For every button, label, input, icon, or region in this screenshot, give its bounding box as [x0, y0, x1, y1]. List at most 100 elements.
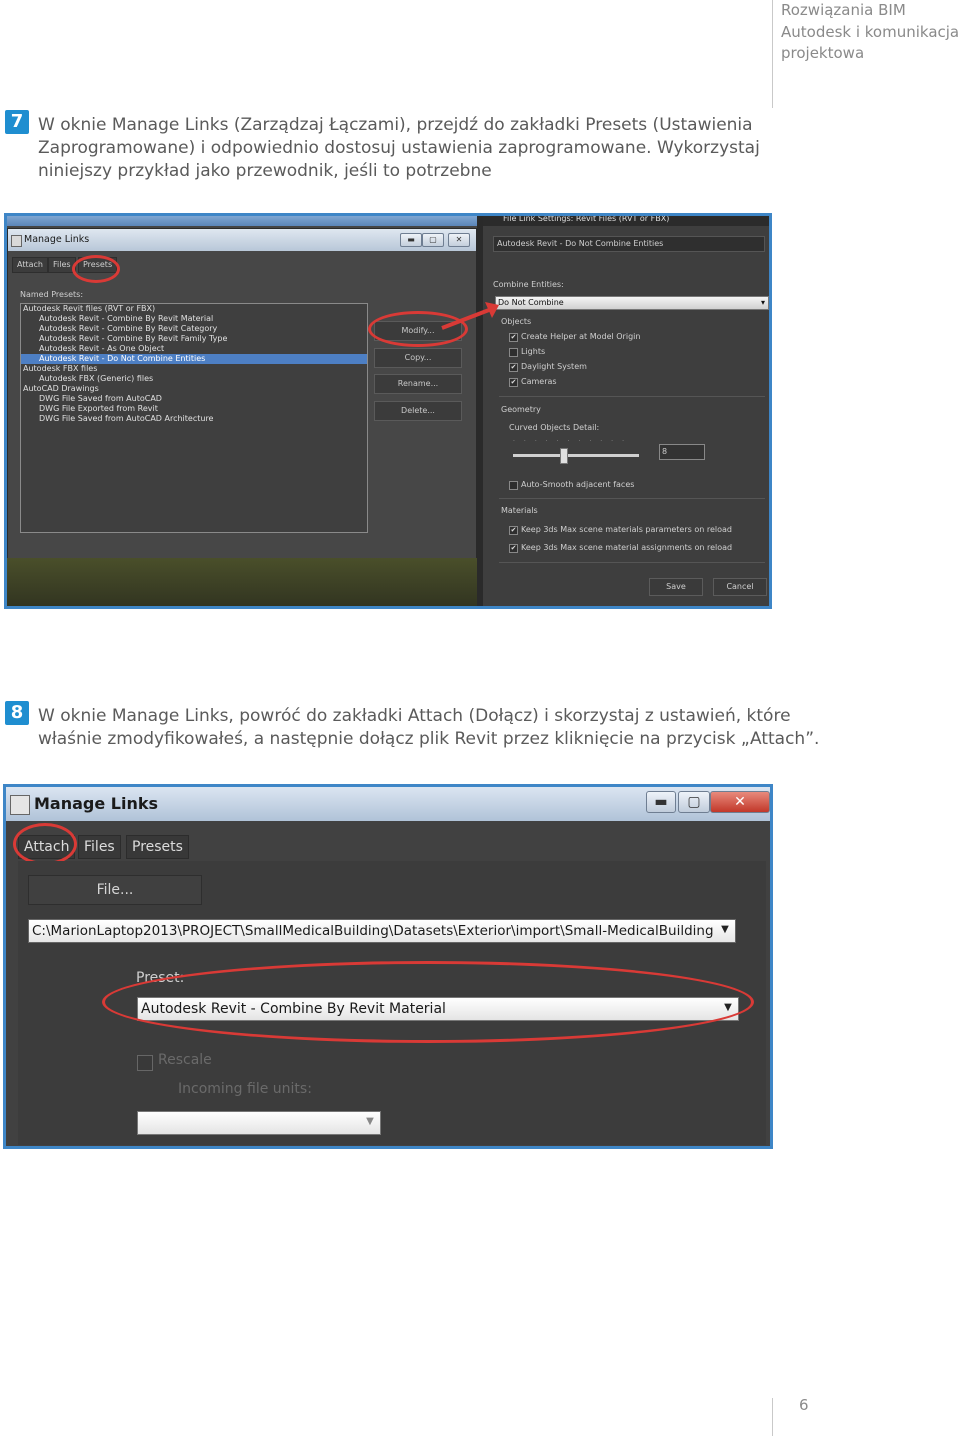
attach-screenshot: Manage Links ▬ ▢ ✕ Attach Files Presets … [3, 784, 773, 1149]
checkbox-option[interactable]: ✔ Keep 3ds Max scene materials parameters… [509, 525, 765, 537]
group-divider [499, 498, 765, 499]
save-button[interactable]: Save [649, 578, 703, 596]
incoming-units-dropdown[interactable]: ▼ [137, 1111, 381, 1135]
checkbox[interactable]: ✔ [509, 333, 518, 342]
checkbox-option[interactable]: ✔ Create Helper at Model Origin [509, 332, 765, 344]
chevron-down-icon[interactable]: ▼ [360, 1112, 380, 1132]
tab-presets[interactable]: Presets [126, 835, 189, 859]
window-title: Manage Links [24, 234, 90, 245]
tab-files[interactable]: Files [78, 835, 121, 859]
minimize-button[interactable]: ▬ [646, 791, 676, 813]
highlight-preset [102, 961, 754, 1043]
named-presets-label: Named Presets: [20, 290, 84, 299]
step-number-badge: 8 [5, 701, 29, 725]
list-item[interactable]: Autodesk FBX (Generic) files [21, 374, 367, 384]
materials-group-label: Materials [501, 506, 538, 515]
checkbox-option[interactable]: ✔ Keep 3ds Max scene material assignments… [509, 543, 765, 555]
cancel-button[interactable]: Cancel [713, 578, 767, 596]
delete-button[interactable]: Delete... [374, 401, 462, 421]
checkbox[interactable]: ✔ [509, 378, 518, 387]
checkbox-label: Cameras [521, 377, 557, 386]
checkbox-label: Daylight System [521, 362, 587, 371]
viewport-background [7, 558, 479, 606]
checkbox[interactable] [509, 348, 518, 357]
window-title: Manage Links [34, 794, 159, 813]
step-8-instruction: W oknie Manage Links, powróć do zakładki… [38, 705, 819, 751]
list-item[interactable]: Autodesk Revit - Combine By Revit Family… [21, 334, 367, 344]
footer-divider [772, 1398, 773, 1436]
checkbox-label: Lights [521, 347, 546, 356]
checkbox-label: Keep 3ds Max scene materials parameters … [521, 525, 732, 534]
instruction-line: W oknie Manage Links, powróć do zakładki… [38, 706, 791, 726]
checkbox[interactable]: ✔ [509, 544, 518, 553]
curved-detail-slider[interactable] [513, 454, 639, 457]
header-divider [772, 0, 773, 108]
presets-screenshot: Manage Links ▬ ▢ ✕ Attach Files Presets … [4, 213, 772, 609]
group-divider [499, 396, 765, 397]
preset-name-value: Autodesk Revit - Do Not Combine Entities [497, 239, 664, 248]
window-titlebar: Manage Links ▬ ▢ ✕ [6, 787, 770, 821]
preset-name-field[interactable]: Autodesk Revit - Do Not Combine Entities [493, 236, 765, 252]
dialog-title-text: File Link Settings: Revit Files (RVT or … [503, 214, 670, 223]
list-item[interactable]: Autodesk Revit - Combine By Revit Materi… [21, 314, 367, 324]
checkbox-option[interactable]: Lights [509, 347, 765, 359]
window-titlebar: Manage Links ▬ ▢ ✕ [8, 229, 476, 251]
instruction-line: W oknie Manage Links (Zarządzaj Łączami)… [38, 115, 753, 135]
curved-objects-label: Curved Objects Detail: [509, 423, 600, 432]
auto-smooth-label: Auto-Smooth adjacent faces [521, 480, 635, 489]
geometry-group-label: Geometry [501, 405, 541, 414]
file-path-value: C:\MarionLaptop2013\PROJECT\SmallMedical… [32, 923, 713, 939]
slider-handle[interactable] [560, 448, 569, 464]
page-number: 6 [799, 1396, 809, 1414]
presets-list[interactable]: Autodesk Revit files (RVT or FBX) Autodes… [20, 303, 368, 533]
highlight-presets-tab [72, 255, 120, 283]
list-item[interactable]: Autodesk Revit files (RVT or FBX) [21, 304, 367, 314]
rescale-checkbox[interactable] [137, 1055, 153, 1071]
list-item[interactable]: DWG File Saved from AutoCAD [21, 394, 367, 404]
list-item[interactable]: Autodesk Revit - As One Object [21, 344, 367, 354]
header-line: Autodesk i komunikacja [781, 22, 960, 41]
list-item[interactable]: DWG File Exported from Revit [21, 404, 367, 414]
instruction-line: Zaprogramowane) i odpowiednio dostosuj u… [38, 138, 760, 158]
app-icon [11, 235, 22, 247]
header-title: Rozwiązania BIM Autodesk i komunikacja p… [781, 0, 959, 65]
maximize-button[interactable]: ▢ [678, 791, 710, 813]
dialog-title: File Link Settings: Revit Files (RVT or … [483, 216, 769, 226]
minimize-button[interactable]: ▬ [400, 233, 422, 247]
checkbox-label: Create Helper at Model Origin [521, 332, 641, 341]
list-item[interactable]: Autodesk Revit - Combine By Revit Catego… [21, 324, 367, 334]
close-button[interactable]: ✕ [448, 233, 470, 247]
checkbox-label: Keep 3ds Max scene material assignments … [521, 543, 733, 552]
auto-smooth-checkbox[interactable] [509, 481, 518, 490]
incoming-units-label: Incoming file units: [178, 1081, 312, 1097]
highlight-attach-tab [13, 823, 77, 865]
maximize-button[interactable]: ▢ [422, 233, 444, 247]
curved-detail-value: 8 [662, 447, 668, 456]
close-button[interactable]: ✕ [710, 791, 770, 813]
list-item[interactable]: AutoCAD Drawings [21, 384, 367, 394]
rename-button[interactable]: Rename... [374, 374, 462, 394]
checkbox[interactable]: ✔ [509, 363, 518, 372]
curved-detail-input[interactable]: 8 [659, 444, 705, 460]
manage-links-window: Manage Links ▬ ▢ ✕ Attach Files Presets … [7, 228, 477, 560]
list-item[interactable]: Autodesk FBX files [21, 364, 367, 374]
slider-ticks: ··········· [513, 438, 633, 445]
highlight-arrow-icon [441, 302, 499, 330]
header-line: Rozwiązania BIM [781, 1, 906, 19]
list-item[interactable]: DWG File Saved from AutoCAD Architecture [21, 414, 367, 424]
checkbox-option[interactable]: ✔ Daylight System [509, 362, 765, 374]
checkbox[interactable]: ✔ [509, 526, 518, 535]
file-path-dropdown[interactable]: C:\MarionLaptop2013\PROJECT\SmallMedical… [28, 919, 736, 943]
checkbox-option[interactable]: ✔ Cameras [509, 377, 765, 389]
tab-attach[interactable]: Attach [12, 257, 48, 273]
file-button[interactable]: File... [28, 875, 202, 905]
step-7-instruction: W oknie Manage Links (Zarządzaj Łączami)… [38, 114, 760, 183]
step-number-badge: 7 [5, 110, 29, 134]
combine-entities-label: Combine Entities: [493, 280, 564, 289]
copy-button[interactable]: Copy... [374, 348, 462, 368]
chevron-down-icon[interactable]: ▼ [715, 920, 735, 940]
chevron-down-icon: ▾ [760, 298, 765, 307]
instruction-line: niniejszy przykład jako przewodnik, jeśl… [38, 161, 492, 181]
rescale-label: Rescale [158, 1052, 212, 1068]
list-item[interactable]: Autodesk Revit - Do Not Combine Entities [21, 354, 367, 364]
